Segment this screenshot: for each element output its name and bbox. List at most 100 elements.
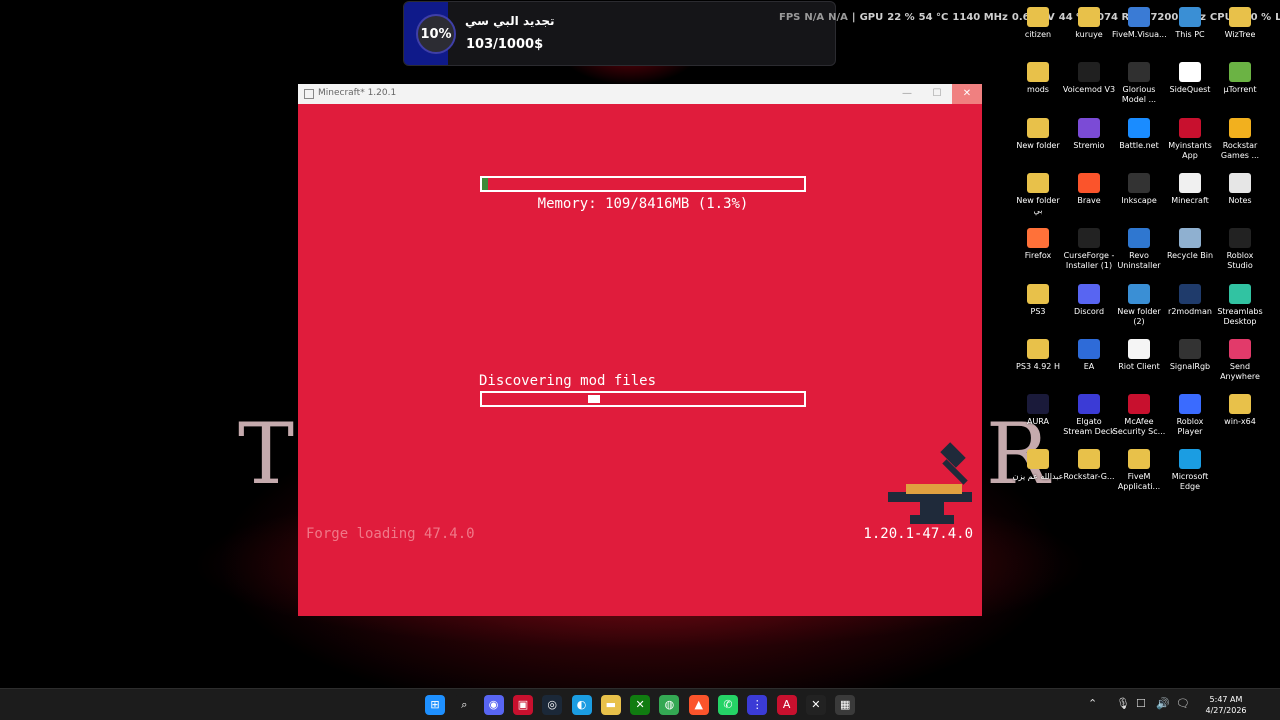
- desktop-icon[interactable]: Minecraft: [1163, 172, 1217, 206]
- taskbar-elgato-icon[interactable]: ⋮: [747, 695, 768, 715]
- tray-icon[interactable]: ☐: [1136, 697, 1146, 710]
- desktop-icon[interactable]: µTorrent: [1213, 62, 1267, 95]
- desktop-icon[interactable]: Battle.net: [1112, 117, 1166, 151]
- desktop-icon-label: AURA: [1026, 417, 1050, 427]
- desktop-icon[interactable]: PS3 4.92 H: [1011, 338, 1065, 372]
- perf-item: N/A: [804, 12, 825, 23]
- desktop-icon[interactable]: FiveM.Visua...: [1112, 7, 1167, 40]
- desktop-icon-label: This PC: [1175, 30, 1205, 39]
- desktop-icon[interactable]: Roblox Player: [1163, 394, 1217, 437]
- desktop-icon[interactable]: Elgato Stream Deck: [1062, 394, 1116, 437]
- taskbar-edge-icon[interactable]: ◐: [571, 695, 592, 715]
- desktop-icon[interactable]: Discord: [1062, 283, 1116, 317]
- desktop-icon-label: New folder (2): [1117, 306, 1161, 326]
- desktop-icon[interactable]: PS3: [1011, 283, 1065, 317]
- desktop-icon-glyph: [1078, 7, 1100, 27]
- perf-item: FPS: [779, 12, 801, 23]
- desktop-icon-glyph: [1229, 228, 1251, 249]
- desktop-icon[interactable]: New folder (2): [1112, 283, 1166, 327]
- desktop-icon-label: Send Anywhere: [1220, 361, 1260, 381]
- desktop-icon[interactable]: citizen: [1011, 7, 1065, 40]
- desktop-icon-glyph: [1128, 394, 1150, 415]
- desktop-icon[interactable]: Voicemod V3: [1062, 62, 1116, 95]
- desktop-icon[interactable]: McAfee Security Sc...: [1112, 394, 1166, 437]
- desktop-icon[interactable]: Revo Uninstaller: [1112, 228, 1166, 271]
- desktop-icon-label: Rockstar-G...: [1063, 472, 1115, 482]
- desktop-icon-glyph: [1229, 62, 1251, 83]
- desktop-icon-label: win-x64: [1224, 417, 1256, 427]
- desktop-icon[interactable]: Myinstants App: [1163, 117, 1217, 161]
- desktop-icon[interactable]: r2modman: [1163, 283, 1217, 317]
- desktop-icon-glyph: [1128, 228, 1150, 249]
- tray-icon[interactable]: 🎙: [1116, 697, 1130, 710]
- taskbar-discord-icon[interactable]: ◉: [483, 695, 504, 715]
- desktop-icon[interactable]: Brave: [1062, 172, 1116, 206]
- desktop-icon[interactable]: Recycle Bin: [1163, 228, 1217, 261]
- taskbar-whatsapp-icon[interactable]: ✆: [718, 695, 738, 715]
- desktop-icon-label: Myinstants App: [1168, 140, 1212, 160]
- desktop-icon-glyph: [1078, 117, 1100, 138]
- desktop-icon-glyph: [1229, 283, 1251, 304]
- desktop-icon-label: Firefox: [1024, 251, 1052, 261]
- desktop-icon[interactable]: CurseForge - Installer (1): [1062, 228, 1116, 271]
- desktop-icon-glyph: [1179, 62, 1201, 83]
- tray-icon[interactable]: ⌃: [1088, 697, 1097, 710]
- memory-text: Memory: 109/8416MB (1.3%): [537, 196, 749, 212]
- tray-icon[interactable]: 🔊: [1156, 697, 1170, 710]
- desktop-icon[interactable]: Firefox: [1011, 228, 1065, 261]
- tray-icon[interactable]: 🗨: [1176, 697, 1190, 710]
- desktop-icon[interactable]: Stremio: [1062, 117, 1116, 151]
- desktop-icon-glyph: [1027, 283, 1049, 304]
- desktop-icon-label: SideQuest: [1169, 85, 1211, 95]
- desktop-icon[interactable]: عبدالله عم يزن: [1011, 449, 1065, 482]
- desktop-icon-label: Roblox Studio: [1226, 251, 1254, 271]
- desktop-icon-glyph: [1078, 172, 1100, 193]
- desktop-icon[interactable]: New folder بي: [1011, 172, 1065, 216]
- desktop-icon-glyph: [1179, 172, 1201, 193]
- desktop-icon[interactable]: SignalRgb: [1163, 338, 1217, 372]
- desktop-icon[interactable]: Glorious Model ...: [1112, 62, 1166, 105]
- desktop-icon[interactable]: SideQuest: [1163, 62, 1217, 95]
- desktop-icon[interactable]: Roblox Studio: [1213, 228, 1267, 271]
- taskbar-start-icon[interactable]: ⊞: [425, 695, 445, 715]
- desktop-icon[interactable]: EA: [1062, 338, 1116, 372]
- taskbar-brave-icon[interactable]: ▲: [688, 695, 709, 715]
- close-button[interactable]: ✕: [952, 84, 982, 104]
- desktop-icon[interactable]: AURA: [1011, 394, 1065, 427]
- desktop-icon[interactable]: This PC: [1163, 7, 1217, 40]
- taskbar-game-app-icon[interactable]: ▣: [512, 695, 533, 715]
- taskbar-minecraft-icon[interactable]: ▦: [835, 695, 856, 715]
- desktop-icon[interactable]: Rockstar-G...: [1062, 449, 1116, 482]
- desktop-icon[interactable]: Microsoft Edge: [1163, 449, 1217, 492]
- desktop-icon[interactable]: Streamlabs Desktop: [1213, 283, 1267, 327]
- desktop-icon[interactable]: Rockstar Games ...: [1213, 117, 1267, 161]
- desktop-icon[interactable]: Riot Client: [1112, 338, 1166, 372]
- desktop-icon-label: WizTree: [1224, 30, 1256, 39]
- desktop-icon-label: New folder بي: [1016, 195, 1060, 215]
- taskbar-app-a-icon[interactable]: A: [776, 695, 797, 715]
- desktop-icon[interactable]: FiveM Applicati...: [1112, 449, 1166, 492]
- window-titlebar[interactable]: Minecraft* 1.20.1 — ☐ ✕: [298, 84, 982, 104]
- desktop-icon[interactable]: kuruye: [1062, 7, 1116, 40]
- desktop-icon[interactable]: Send Anywhere: [1213, 338, 1267, 382]
- desktop-icon[interactable]: mods: [1011, 62, 1065, 95]
- desktop-icon[interactable]: WizTree: [1213, 7, 1267, 40]
- taskbar-curseforge-icon[interactable]: ✕: [805, 695, 826, 715]
- desktop-icon[interactable]: Inkscape: [1112, 172, 1166, 206]
- desktop-icon-label: citizen: [1024, 30, 1052, 39]
- maximize-button[interactable]: ☐: [922, 84, 952, 104]
- taskbar-steam-icon[interactable]: ◎: [542, 695, 563, 715]
- minimize-button[interactable]: —: [892, 84, 922, 104]
- minecraft-window[interactable]: Minecraft* 1.20.1 — ☐ ✕ Memory: 109/8416…: [298, 84, 982, 616]
- desktop-icon[interactable]: win-x64: [1213, 394, 1267, 427]
- taskbar-search-icon[interactable]: ⌕: [454, 695, 475, 715]
- taskbar-file-explorer-icon[interactable]: ▬: [600, 695, 621, 715]
- desktop-icon[interactable]: New folder: [1011, 117, 1065, 151]
- taskbar-chrome-icon[interactable]: ◍: [659, 695, 680, 715]
- desktop-icon-glyph: [1128, 338, 1150, 359]
- taskbar-xbox-icon[interactable]: ✕: [630, 695, 651, 715]
- perf-item: N/A: [828, 12, 848, 23]
- desktop-icon-glyph: [1078, 228, 1100, 249]
- desktop-icon[interactable]: Notes: [1213, 172, 1267, 206]
- taskbar-clock[interactable]: 5:47 AM 4/27/2026: [1200, 694, 1252, 716]
